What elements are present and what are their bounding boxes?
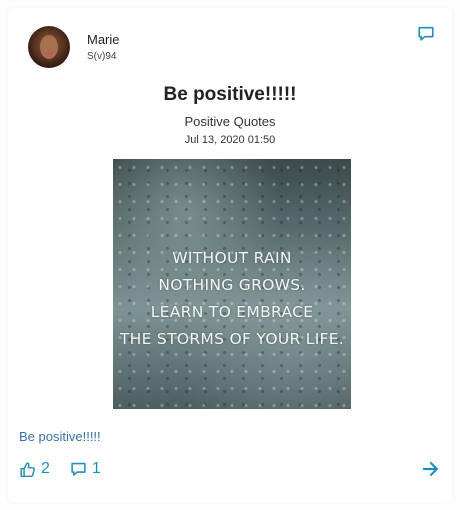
- post-timestamp: Jul 13, 2020 01:50: [184, 134, 276, 146]
- post-card: Marie S(v)94 Be positive!!!!! Positive Q…: [8, 8, 452, 502]
- image-quote: WITHOUT RAIN NOTHING GROWS. LEARN TO EMB…: [113, 245, 351, 353]
- post-title-block: Be positive!!!!! Positive Quotes Jul 13,…: [8, 84, 452, 146]
- comment-icon[interactable]: [417, 25, 435, 43]
- post-category[interactable]: Positive Quotes: [8, 114, 452, 129]
- author-name[interactable]: Marie: [87, 32, 120, 48]
- post-body: Be positive!!!!!: [19, 429, 101, 444]
- comment-icon: [71, 462, 86, 476]
- author-info: Marie S(v)94: [87, 32, 120, 62]
- quote-line-1: WITHOUT RAIN: [172, 249, 292, 267]
- like-button[interactable]: 2: [19, 460, 50, 478]
- post-header: Marie S(v)94: [28, 26, 120, 68]
- thumbs-up-icon: [20, 461, 35, 477]
- avatar[interactable]: [28, 26, 70, 68]
- author-subtitle: S(v)94: [87, 51, 117, 62]
- like-count: 2: [41, 460, 50, 477]
- arrow-right-icon[interactable]: [422, 460, 440, 478]
- post-actions: 2 1: [19, 460, 101, 478]
- quote-line-2: NOTHING GROWS.: [158, 276, 306, 294]
- post-title: Be positive!!!!!: [163, 84, 297, 105]
- quote-line-3: LEARN TO EMBRACE: [150, 303, 314, 321]
- avatar-lips: [45, 52, 53, 55]
- avatar-face: [40, 35, 58, 59]
- quote-line-4: THE STORMS OF YOUR LIFE.: [119, 330, 345, 348]
- comment-button[interactable]: 1: [70, 460, 101, 478]
- comment-count: 1: [91, 460, 101, 477]
- post-image[interactable]: WITHOUT RAIN NOTHING GROWS. LEARN TO EMB…: [113, 159, 351, 409]
